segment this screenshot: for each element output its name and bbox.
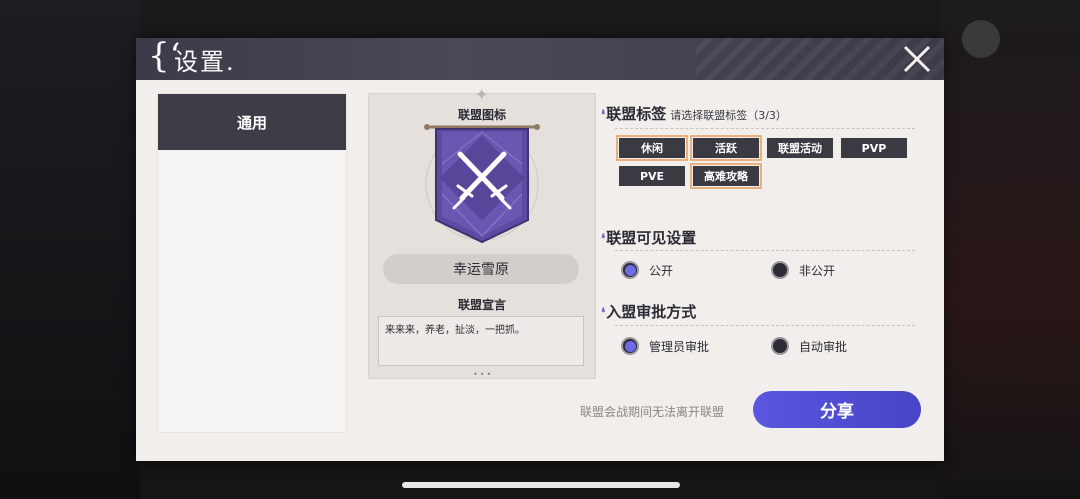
share-button[interactable]: 分享 [753,391,921,428]
alliance-name-field[interactable]: 幸运雪原 [383,254,579,284]
nav-item-label: 通用 [236,113,267,132]
declaration-text: 来来来，养老，扯淡，一把抓。 [385,325,525,336]
home-indicator[interactable] [402,482,680,488]
declaration-input[interactable]: 来来来，养老，扯淡，一把抓。 [378,316,584,366]
radio-label: 自动审批 [799,339,848,354]
tag-label: PVE [639,169,665,183]
share-label: 分享 [820,402,854,422]
crossed-swords-banner-icon [424,124,540,244]
tag-label: 休闲 [641,142,663,155]
tag-label: PVP [861,141,887,155]
radio-private[interactable]: 非公开 [771,261,835,279]
settings-dialog: {‘ 设置. 通用 ✦ 联盟图标 幸运雪原 联盟宣言 来来来，养老，扯淡，一把抓… [136,38,944,461]
alliance-name: 幸运雪原 [453,262,509,278]
dialog-title-suffix: . [226,48,236,76]
background-right [940,0,1080,499]
footer-note: 联盟会战期间无法离开联盟 [580,405,725,419]
close-button[interactable] [900,42,934,76]
settings-nav: 通用 [157,93,347,433]
radio-dot-icon [771,337,789,355]
nav-item-general[interactable]: 通用 [158,94,346,150]
radio-label: 公开 [649,263,674,278]
close-icon [903,45,931,73]
radio-auto-approval[interactable]: 自动审批 [771,337,847,355]
settings-panel: ❛联盟标签 请选择联盟标签（3/3） 休闲 活跃 联盟活动 PVP PVE 高难攻… [597,93,923,377]
quote-mark-icon: ❛ [601,232,606,247]
radio-label: 非公开 [799,263,836,278]
tags-title-text: 联盟标签 [606,105,667,123]
emblem-label: 联盟图标 [457,108,506,122]
radio-dot-icon [621,337,639,355]
tag-casual[interactable]: 休闲 [616,135,688,161]
visibility-section-title: ❛联盟可见设置 [601,227,696,248]
section-divider [615,325,915,326]
background-button [962,20,1000,58]
quote-mark-icon: ❛ [601,306,606,321]
approval-title-text: 入盟审批方式 [606,303,697,321]
tags-hint: 请选择联盟标签（3/3） [670,109,787,122]
background-left [0,0,140,499]
radio-dot-icon [621,261,639,279]
radio-public[interactable]: 公开 [621,261,673,279]
tag-active[interactable]: 活跃 [690,135,762,161]
quote-mark-icon: ❛ [601,108,606,123]
dialog-title: 设置. [174,42,236,77]
emblem-panel: ✦ 联盟图标 幸运雪原 联盟宣言 来来来，养老，扯淡，一把抓。 ••• [368,85,596,379]
radio-dot-icon [771,261,789,279]
tag-alliance-events[interactable]: 联盟活动 [767,138,833,158]
radio-admin-approval[interactable]: 管理员审批 [621,337,709,355]
alliance-emblem-banner[interactable] [422,124,542,246]
tag-label: 高难攻略 [704,170,748,183]
tags-section-title: ❛联盟标签 请选择联盟标签（3/3） [601,103,787,124]
dots-ornament-icon: ••• [473,370,494,379]
approval-section-title: ❛入盟审批方式 [601,301,696,322]
radio-label: 管理员审批 [649,339,710,354]
section-divider [615,250,915,251]
dialog-title-text: 设置 [174,48,226,76]
tag-pve[interactable]: PVE [619,166,685,186]
star-ornament-icon: ✦ [475,85,489,104]
dialog-titlebar: {‘ 设置. [136,38,944,80]
tag-label: 联盟活动 [778,142,822,155]
tag-pvp[interactable]: PVP [841,138,907,158]
background-top [140,0,940,40]
tag-label: 活跃 [715,142,737,155]
tag-hard-mode[interactable]: 高难攻略 [690,163,762,189]
declaration-label: 联盟宣言 [457,298,506,312]
visibility-title-text: 联盟可见设置 [606,229,697,247]
section-divider [615,128,915,129]
